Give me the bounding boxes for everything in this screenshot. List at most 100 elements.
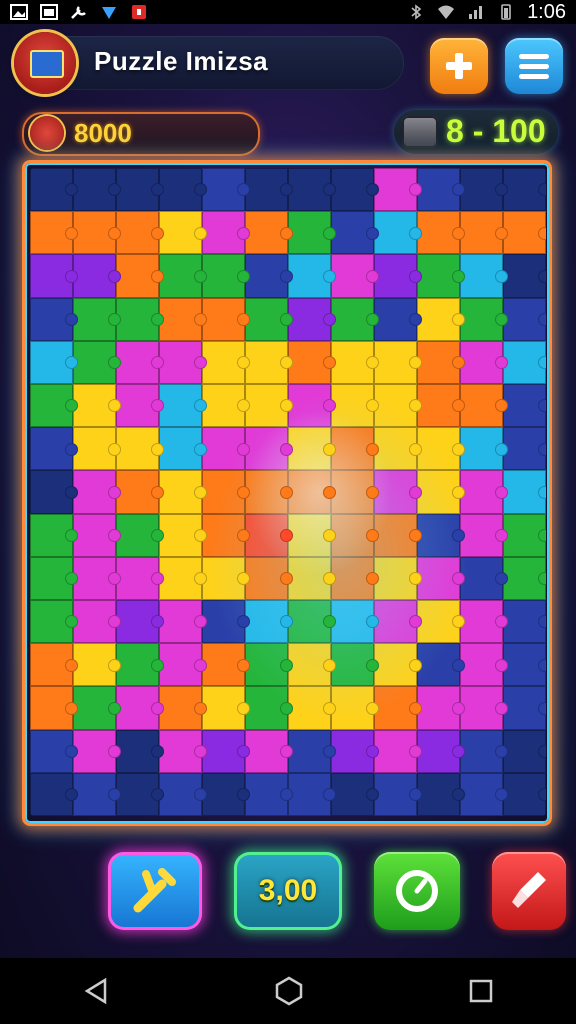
puzzle-piece[interactable] (202, 556, 250, 600)
puzzle-piece[interactable] (159, 643, 207, 687)
puzzle-piece[interactable] (30, 254, 78, 298)
puzzle-piece[interactable] (374, 556, 422, 600)
puzzle-piece[interactable] (288, 600, 336, 644)
puzzle-piece[interactable] (73, 297, 121, 341)
puzzle-piece[interactable] (202, 686, 250, 730)
puzzle-piece[interactable] (202, 427, 250, 471)
puzzle-piece[interactable] (331, 470, 379, 514)
puzzle-piece[interactable] (503, 297, 546, 341)
puzzle-piece[interactable] (288, 168, 336, 212)
puzzle-piece[interactable] (245, 513, 293, 557)
puzzle-piece[interactable] (503, 513, 546, 557)
puzzle-piece[interactable] (116, 254, 164, 298)
puzzle-piece[interactable] (202, 513, 250, 557)
puzzle-piece[interactable] (417, 168, 465, 212)
puzzle-piece[interactable] (331, 254, 379, 298)
puzzle-piece[interactable] (288, 556, 336, 600)
puzzle-piece[interactable] (245, 297, 293, 341)
puzzle-piece[interactable] (30, 211, 78, 255)
puzzle-piece[interactable] (374, 297, 422, 341)
puzzle-piece[interactable] (288, 729, 336, 773)
puzzle-piece[interactable] (417, 729, 465, 773)
puzzle-piece[interactable] (374, 686, 422, 730)
puzzle-piece[interactable] (288, 686, 336, 730)
puzzle-piece[interactable] (288, 772, 336, 816)
puzzle-piece[interactable] (116, 729, 164, 773)
puzzle-piece[interactable] (503, 643, 546, 687)
puzzle-piece[interactable] (460, 168, 508, 212)
plus-button[interactable] (430, 38, 488, 94)
puzzle-piece[interactable] (245, 772, 293, 816)
puzzle-piece[interactable] (417, 470, 465, 514)
puzzle-piece[interactable] (288, 211, 336, 255)
puzzle-piece[interactable] (159, 211, 207, 255)
puzzle-piece[interactable] (116, 168, 164, 212)
puzzle-piece[interactable] (331, 600, 379, 644)
puzzle-piece[interactable] (374, 729, 422, 773)
puzzle-piece[interactable] (503, 384, 546, 428)
puzzle-piece[interactable] (503, 340, 546, 384)
puzzle-piece[interactable] (288, 470, 336, 514)
timer-display[interactable]: 3,00 (234, 852, 342, 930)
puzzle-piece[interactable] (73, 470, 121, 514)
puzzle-piece[interactable] (159, 297, 207, 341)
puzzle-piece[interactable] (30, 556, 78, 600)
puzzle-piece[interactable] (374, 168, 422, 212)
puzzle-piece[interactable] (503, 772, 546, 816)
puzzle-piece[interactable] (331, 772, 379, 816)
puzzle-piece[interactable] (374, 470, 422, 514)
puzzle-piece[interactable] (30, 340, 78, 384)
puzzle-piece[interactable] (417, 513, 465, 557)
puzzle-piece[interactable] (460, 600, 508, 644)
puzzle-piece[interactable] (73, 427, 121, 471)
menu-button[interactable] (505, 38, 563, 94)
puzzle-piece[interactable] (245, 556, 293, 600)
puzzle-piece[interactable] (245, 254, 293, 298)
puzzle-piece[interactable] (503, 686, 546, 730)
puzzle-piece[interactable] (245, 686, 293, 730)
puzzle-piece[interactable] (30, 600, 78, 644)
puzzle-piece[interactable] (331, 340, 379, 384)
puzzle-piece[interactable] (73, 729, 121, 773)
puzzle-piece[interactable] (503, 427, 546, 471)
puzzle-piece[interactable] (417, 340, 465, 384)
puzzle-piece[interactable] (245, 384, 293, 428)
puzzle-piece[interactable] (374, 772, 422, 816)
puzzle-piece[interactable] (202, 470, 250, 514)
clock-button[interactable] (374, 852, 460, 930)
puzzle-piece[interactable] (503, 470, 546, 514)
puzzle-piece[interactable] (460, 427, 508, 471)
puzzle-piece[interactable] (116, 427, 164, 471)
puzzle-piece[interactable] (417, 384, 465, 428)
puzzle-piece[interactable] (374, 211, 422, 255)
puzzle-piece[interactable] (245, 470, 293, 514)
puzzle-piece[interactable] (331, 297, 379, 341)
puzzle-piece[interactable] (159, 600, 207, 644)
eraser-button[interactable] (492, 852, 566, 930)
puzzle-piece[interactable] (417, 643, 465, 687)
puzzle-piece[interactable] (202, 211, 250, 255)
puzzle-piece[interactable] (417, 600, 465, 644)
puzzle-piece[interactable] (202, 254, 250, 298)
puzzle-piece[interactable] (331, 211, 379, 255)
puzzle-piece[interactable] (159, 254, 207, 298)
puzzle-piece[interactable] (116, 384, 164, 428)
puzzle-piece[interactable] (460, 513, 508, 557)
puzzle-piece[interactable] (374, 384, 422, 428)
puzzle-piece[interactable] (73, 168, 121, 212)
puzzle-piece[interactable] (73, 686, 121, 730)
puzzle-piece[interactable] (159, 340, 207, 384)
puzzle-piece[interactable] (202, 168, 250, 212)
puzzle-piece[interactable] (202, 772, 250, 816)
puzzle-piece[interactable] (503, 600, 546, 644)
puzzle-piece[interactable] (159, 168, 207, 212)
puzzle-piece[interactable] (116, 297, 164, 341)
puzzle-piece[interactable] (116, 470, 164, 514)
puzzle-piece[interactable] (73, 600, 121, 644)
puzzle-piece[interactable] (374, 600, 422, 644)
puzzle-piece[interactable] (460, 556, 508, 600)
puzzle-piece[interactable] (73, 384, 121, 428)
puzzle-piece[interactable] (331, 556, 379, 600)
puzzle-piece[interactable] (116, 686, 164, 730)
puzzle-piece[interactable] (30, 297, 78, 341)
